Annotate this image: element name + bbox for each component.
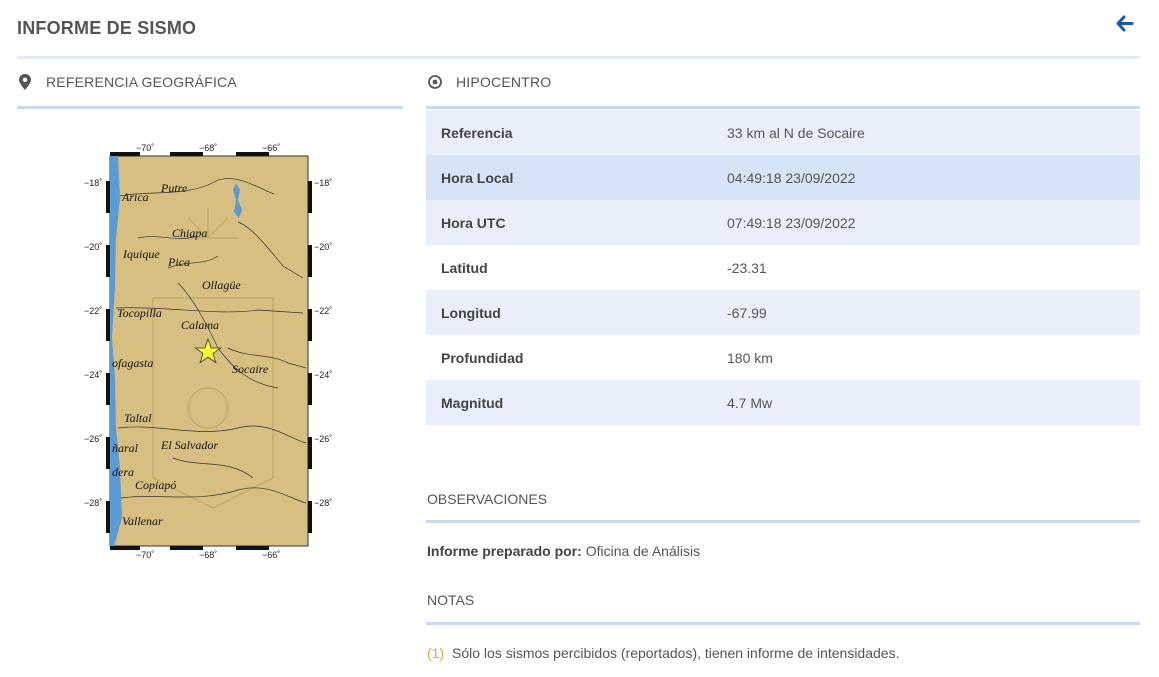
right-tick-label: −26˚ — [314, 434, 332, 444]
notes-divider — [426, 622, 1140, 625]
prepared-by-label: Informe preparado por: — [427, 543, 582, 559]
row-value: 07:49:18 23/09/2022 — [727, 214, 856, 231]
top-tick-label: −66˚ — [262, 143, 280, 153]
place-label: Copiapó — [135, 478, 176, 492]
observations-divider — [426, 520, 1140, 523]
right-tick-label: −22˚ — [314, 306, 332, 316]
title-divider — [17, 56, 1140, 59]
observations-title: OBSERVACIONES — [427, 491, 548, 507]
left-tick-label: −26˚ — [84, 434, 102, 444]
bottom-tick-label: −70˚ — [136, 550, 154, 560]
row-value: 04:49:18 23/09/2022 — [727, 169, 856, 186]
row-label: Hora UTC — [441, 214, 506, 231]
place-label: Iquique — [122, 247, 160, 261]
geo-section-header: REFERENCIA GEOGRÁFICA — [18, 74, 237, 90]
row-value: 33 km al N de Socaire — [727, 124, 865, 141]
place-label: Tocopilla — [117, 306, 162, 320]
note-body: Sólo los sismos percibidos (reportados),… — [452, 645, 900, 661]
table-row: Hora UTC 07:49:18 23/09/2022 — [426, 200, 1140, 245]
table-row: Hora Local 04:49:18 23/09/2022 — [426, 155, 1140, 200]
left-tick-label: −20˚ — [84, 242, 102, 252]
row-value: -23.31 — [727, 259, 767, 276]
back-button[interactable] — [1115, 14, 1135, 34]
table-row: Latitud -23.31 — [426, 245, 1140, 290]
place-label: Taltal — [124, 411, 152, 425]
left-tick-label: −24˚ — [84, 370, 102, 380]
place-label: Vallenar — [122, 514, 163, 528]
place-label: Chiapa — [172, 226, 207, 240]
row-label: Profundidad — [441, 349, 524, 366]
table-row: Referencia 33 km al N de Socaire — [426, 110, 1140, 155]
right-tick-label: −20˚ — [314, 242, 332, 252]
hypo-section-divider — [426, 106, 1140, 109]
observations-text: Informe preparado por: Oficina de Anális… — [427, 543, 700, 559]
top-tick-label: −70˚ — [136, 143, 154, 153]
row-label: Latitud — [441, 259, 488, 276]
row-value: -67.99 — [727, 304, 767, 321]
left-tick-label: −28˚ — [84, 498, 102, 508]
top-tick-label: −68˚ — [199, 143, 217, 153]
place-label: Arica — [121, 190, 149, 204]
place-label: ofagasta — [112, 356, 153, 370]
map-pin-icon — [18, 74, 32, 90]
place-label: El Salvador — [160, 438, 218, 452]
table-row: Profundidad 180 km — [426, 335, 1140, 380]
place-label: Putre — [160, 181, 188, 195]
geo-section-divider — [17, 106, 403, 109]
hypo-section-title: HIPOCENTRO — [456, 74, 552, 90]
target-icon — [428, 74, 442, 90]
table-row: Magnitud 4.7 Mw — [426, 380, 1140, 425]
row-label: Magnitud — [441, 394, 504, 411]
note-item: (1) Sólo los sismos percibidos (reportad… — [427, 645, 899, 661]
row-label: Referencia — [441, 124, 513, 141]
hypo-section-header: HIPOCENTRO — [428, 74, 551, 90]
place-label: dera — [112, 465, 134, 479]
place-label: Ollagüe — [202, 278, 241, 292]
table-row: Longitud -67.99 — [426, 290, 1140, 335]
place-label: Socaire — [232, 362, 269, 376]
seismic-map: −70˚ −68˚ −66˚ −70˚ −68˚ −66˚ −18˚ −20˚ … — [78, 138, 338, 563]
row-label: Longitud — [441, 304, 501, 321]
right-tick-label: −28˚ — [314, 498, 332, 508]
row-label: Hora Local — [441, 169, 514, 186]
prepared-by-value: Oficina de Análisis — [585, 543, 701, 559]
left-tick-label: −18˚ — [84, 178, 102, 188]
left-tick-label: −22˚ — [84, 306, 102, 316]
bottom-tick-label: −68˚ — [199, 550, 217, 560]
row-value: 4.7 Mw — [727, 394, 773, 411]
hypocenter-table: Referencia 33 km al N de Socaire Hora Lo… — [426, 110, 1140, 425]
place-label: ñaral — [112, 441, 139, 455]
note-number: (1) — [427, 645, 445, 661]
place-label: Calama — [181, 318, 219, 332]
row-value: 180 km — [727, 349, 773, 366]
place-label: Pica — [167, 255, 190, 269]
page-title: INFORME DE SISMO — [17, 18, 197, 38]
geo-section-title: REFERENCIA GEOGRÁFICA — [46, 74, 237, 90]
right-tick-label: −24˚ — [314, 370, 332, 380]
bottom-tick-label: −66˚ — [262, 550, 280, 560]
right-tick-label: −18˚ — [314, 178, 332, 188]
arrow-left-icon — [1116, 15, 1134, 32]
notes-title: NOTAS — [427, 592, 475, 608]
